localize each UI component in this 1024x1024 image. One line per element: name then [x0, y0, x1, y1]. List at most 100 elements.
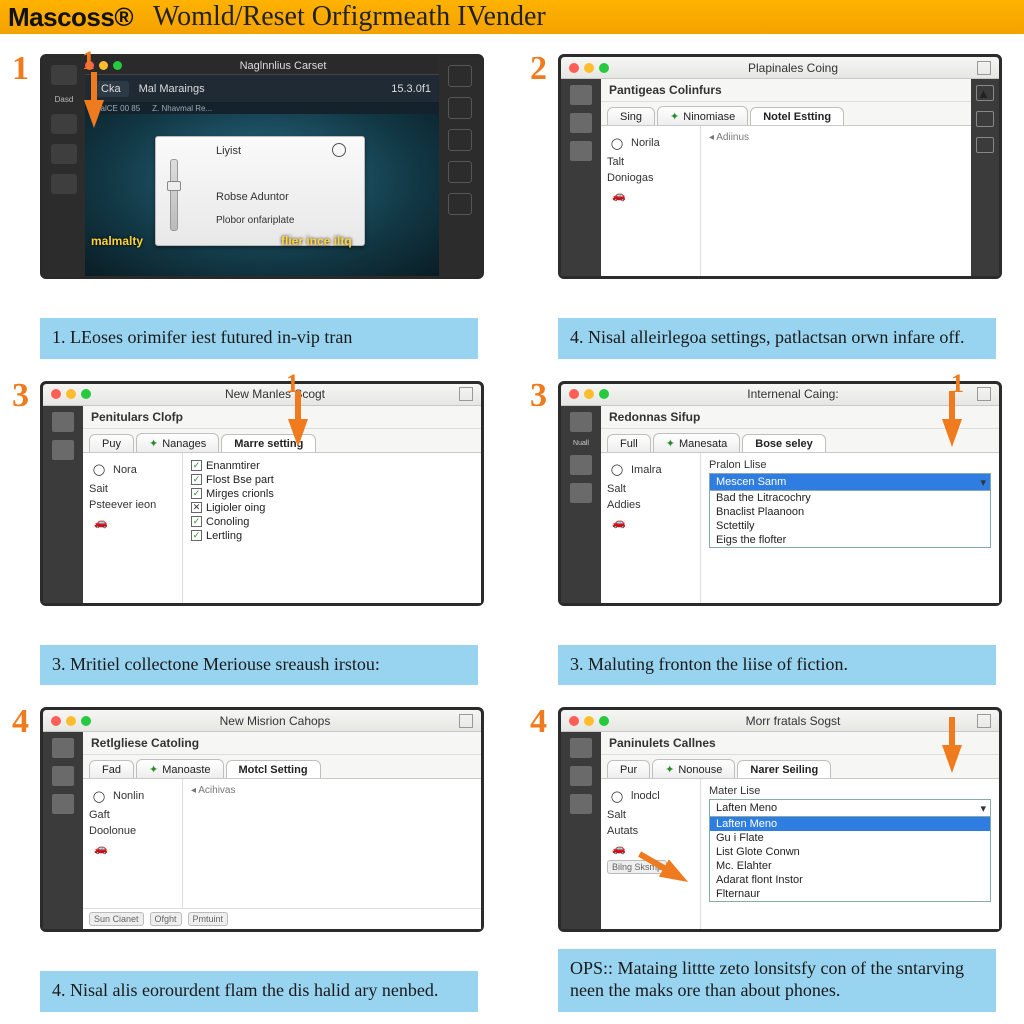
checkbox-icon[interactable] — [191, 488, 202, 499]
checkbox-row[interactable]: Enanmtirer — [191, 459, 473, 473]
checkbox-icon[interactable] — [191, 530, 202, 541]
sidebar-icon[interactable] — [570, 794, 592, 814]
footer-button[interactable]: Sun Cianet — [89, 912, 144, 926]
footer-button[interactable]: Pmtuint — [188, 912, 229, 926]
nav-item[interactable]: Sait — [87, 481, 178, 497]
traffic-light-min-icon[interactable] — [66, 716, 76, 726]
dropdown-option[interactable]: Bad the Litracochry — [710, 491, 990, 505]
side-icon[interactable] — [448, 97, 472, 119]
checkbox-icon[interactable] — [191, 460, 202, 471]
side-icon[interactable] — [448, 161, 472, 183]
side-button[interactable] — [51, 174, 77, 194]
sidebar-icon[interactable] — [570, 113, 592, 133]
side-button[interactable] — [51, 114, 77, 134]
checkbox-icon[interactable] — [191, 502, 202, 513]
dropdown-option[interactable]: Sctettily — [710, 519, 990, 533]
sidebar-icon[interactable]: ▲ — [976, 85, 994, 101]
nav-item[interactable]: 🚗 — [605, 513, 696, 532]
traffic-light-max-icon[interactable] — [81, 389, 91, 399]
vertical-slider[interactable] — [170, 159, 178, 231]
dropdown-option[interactable]: Eigs the flofter — [710, 533, 990, 547]
dropdown-option[interactable]: Mc. Elahter — [710, 859, 990, 873]
nav-item[interactable]: Salt — [605, 807, 696, 823]
traffic-light-min-icon[interactable] — [584, 716, 594, 726]
tab-selected[interactable]: Motcl Setting — [226, 760, 321, 778]
footer-button[interactable]: Ofght — [150, 912, 182, 926]
dropdown-list[interactable]: Laften Meno Gu i Flate List Glote Conwn … — [709, 817, 991, 902]
nav-item[interactable]: Autats — [605, 823, 696, 839]
close-icon[interactable] — [977, 387, 991, 401]
close-icon[interactable] — [977, 714, 991, 728]
tab-selected[interactable]: Notel Estting — [750, 107, 844, 125]
dropdown-option[interactable]: Gu i Flate — [710, 831, 990, 845]
checkbox-row[interactable]: Mirges crionls — [191, 487, 473, 501]
dropdown-option[interactable]: Adarat flont Instor — [710, 873, 990, 887]
dropdown-selected[interactable]: Mescen Sanm — [710, 474, 990, 490]
side-button[interactable] — [51, 65, 77, 85]
traffic-light-min-icon[interactable] — [584, 63, 594, 73]
traffic-light-max-icon[interactable] — [113, 61, 122, 70]
tab[interactable]: ✦Ninomiase — [657, 106, 748, 125]
tab[interactable]: ✦Manoaste — [136, 759, 224, 778]
nav-item[interactable]: ◯Nora — [87, 459, 178, 481]
nav-item[interactable]: 🚗 — [87, 513, 178, 532]
dropdown-option[interactable]: Flternaur — [710, 887, 990, 901]
traffic-light-max-icon[interactable] — [599, 63, 609, 73]
nav-item[interactable]: Talt — [605, 154, 696, 170]
checkbox-icon[interactable] — [191, 516, 202, 527]
sidebar-icon[interactable] — [570, 766, 592, 786]
tab[interactable]: ✦Nonouse — [652, 759, 735, 778]
tab[interactable]: Sing — [607, 107, 655, 125]
traffic-light-close-icon[interactable] — [51, 716, 61, 726]
tab-selected[interactable]: Bose seley — [742, 434, 825, 452]
nav-item[interactable]: Gaft — [87, 807, 178, 823]
nav-item[interactable]: 🚗 — [87, 839, 178, 858]
sidebar-icon[interactable] — [52, 412, 74, 432]
tab-chip[interactable]: Cka — [93, 81, 129, 97]
sidebar-icon[interactable] — [570, 85, 592, 105]
sidebar-icon[interactable] — [570, 141, 592, 161]
tab[interactable]: ✦Manesata — [653, 433, 741, 452]
dropdown-option[interactable]: Bnaclist Plaanoon — [710, 505, 990, 519]
traffic-light-close-icon[interactable] — [569, 63, 579, 73]
nav-item[interactable]: ◯lnodcl — [605, 785, 696, 807]
traffic-light-max-icon[interactable] — [599, 716, 609, 726]
close-icon[interactable] — [459, 714, 473, 728]
checkbox-row[interactable]: Flost Bse part — [191, 473, 473, 487]
sidebar-icon[interactable] — [976, 111, 994, 127]
traffic-light-max-icon[interactable] — [599, 389, 609, 399]
checkbox-row[interactable]: Ligioler oing — [191, 501, 473, 515]
side-icon[interactable] — [448, 129, 472, 151]
dropdown-option[interactable]: List Glote Conwn — [710, 845, 990, 859]
close-icon[interactable] — [459, 387, 473, 401]
sidebar-icon[interactable] — [52, 738, 74, 758]
checkbox-row[interactable]: Lertling — [191, 529, 473, 543]
settings-card[interactable]: Liyist Robse Aduntor Plobor onfariplate — [155, 136, 365, 246]
traffic-light-close-icon[interactable] — [569, 716, 579, 726]
tab[interactable]: Puy — [89, 434, 134, 452]
nav-item[interactable]: ◯Nonlin — [87, 785, 178, 807]
nav-item[interactable]: Salt — [605, 481, 696, 497]
tab[interactable]: ✦Nanages — [136, 433, 219, 452]
nav-item[interactable]: 🚗 — [605, 839, 696, 858]
dropdown-selected[interactable]: Laften Meno — [710, 800, 990, 816]
dropdown[interactable]: Mescen Sanm — [709, 473, 991, 491]
side-icon[interactable] — [448, 65, 472, 87]
sidebar-icon[interactable] — [52, 440, 74, 460]
slider-knob[interactable] — [167, 181, 181, 191]
nav-item[interactable]: ◯Norila — [605, 132, 696, 154]
nav-item[interactable]: Psteever ieon — [87, 497, 178, 513]
side-button[interactable] — [51, 144, 77, 164]
nav-item[interactable]: Doniogas — [605, 170, 696, 186]
checkbox-icon[interactable] — [191, 474, 202, 485]
nav-item[interactable]: 🚗 — [605, 186, 696, 205]
dropdown-option[interactable]: Laften Meno — [710, 817, 990, 831]
traffic-light-min-icon[interactable] — [99, 61, 108, 70]
sidebar-icon[interactable] — [52, 794, 74, 814]
dropdown-list[interactable]: Bad the Litracochry Bnaclist Plaanoon Sc… — [709, 491, 991, 548]
nav-item[interactable]: Addies — [605, 497, 696, 513]
sidebar-icon[interactable] — [52, 766, 74, 786]
dropdown[interactable]: Laften Meno — [709, 799, 991, 817]
traffic-light-min-icon[interactable] — [584, 389, 594, 399]
side-icon[interactable] — [448, 193, 472, 215]
